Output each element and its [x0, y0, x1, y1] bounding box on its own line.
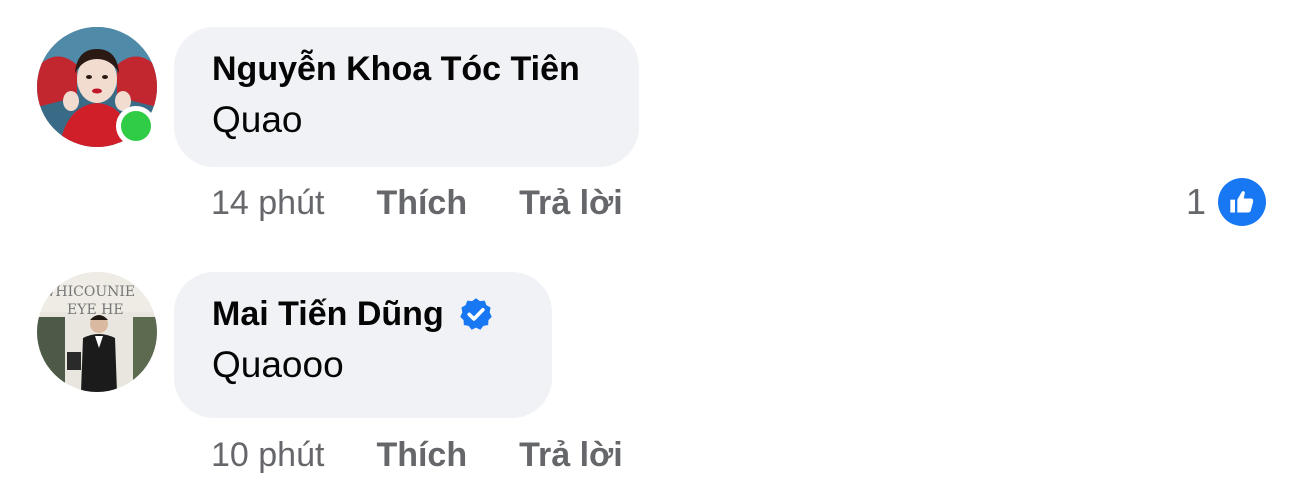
- comment-timestamp[interactable]: 10 phút: [211, 436, 324, 475]
- comment-author[interactable]: Nguyễn Khoa Tóc Tiên: [212, 49, 601, 89]
- svg-text:WHICOUNIE: WHICOUNIE: [41, 284, 135, 300]
- reaction-count: 1: [1185, 181, 1206, 222]
- reply-button[interactable]: Trả lời: [519, 436, 623, 475]
- reaction-summary[interactable]: 1: [1186, 178, 1266, 226]
- comment-author[interactable]: Mai Tiến Dũng: [212, 294, 514, 334]
- author-name[interactable]: Mai Tiến Dũng: [212, 294, 444, 334]
- online-status-icon: [116, 106, 156, 146]
- comment-bubble[interactable]: Nguyễn Khoa Tóc Tiên Quao: [174, 27, 639, 167]
- comment-text: Quao: [212, 99, 303, 140]
- comment-text: Quaooo: [212, 344, 344, 385]
- comment-actions: 14 phút Thích Trả lời: [211, 184, 675, 223]
- comment-timestamp[interactable]: 14 phút: [211, 184, 324, 223]
- reply-button[interactable]: Trả lời: [519, 184, 623, 223]
- avatar[interactable]: WHICOUNIE EYE HE: [37, 272, 157, 392]
- verified-badge-icon: [459, 298, 492, 330]
- svg-text:EYE HE: EYE HE: [67, 302, 124, 318]
- like-button[interactable]: Thích: [376, 436, 467, 475]
- like-button[interactable]: Thích: [376, 184, 467, 223]
- avatar-image: WHICOUNIE EYE HE: [37, 272, 157, 392]
- avatar[interactable]: [37, 27, 157, 147]
- comment-actions: 10 phút Thích Trả lời: [211, 436, 675, 475]
- comment-bubble[interactable]: Mai Tiến Dũng Quaooo: [174, 272, 552, 418]
- author-name[interactable]: Nguyễn Khoa Tóc Tiên: [212, 49, 580, 89]
- thumbs-up-icon: [1218, 178, 1266, 226]
